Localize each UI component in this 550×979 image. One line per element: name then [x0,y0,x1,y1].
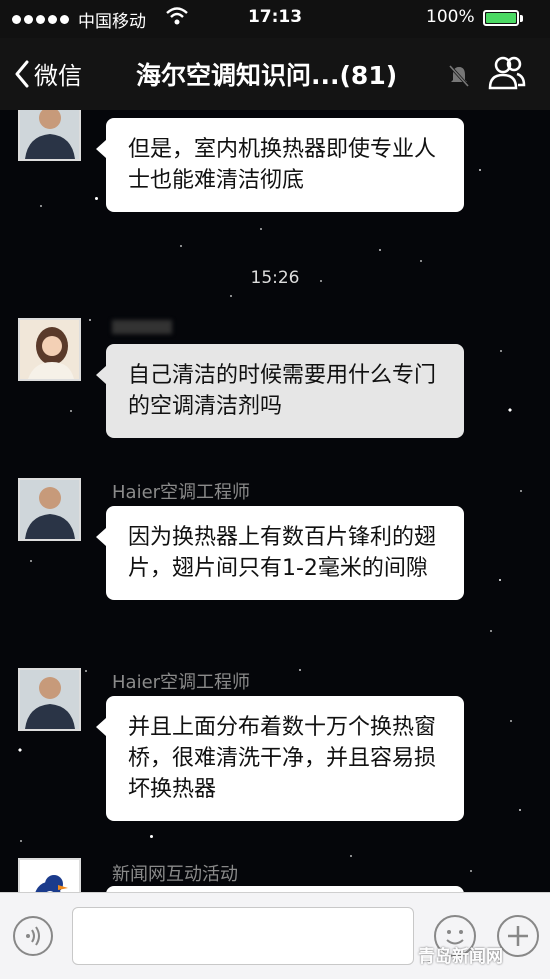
voice-icon [26,926,40,946]
message-bubble[interactable]: 但是，室内机换热器即使专业人士也能难清洁彻底 [96,118,464,212]
chevron-left-icon [15,60,29,87]
message-text: 但是，室内机换热器即使专业人士也能难清洁彻底 [128,137,437,193]
avatar[interactable] [18,318,81,381]
message-bubble[interactable]: 因为换热器上有数百片锋利的翅片，翅片间只有1-2毫米的间隙 [96,506,464,600]
timestamp: 15:26 [250,268,300,288]
message-input[interactable] [72,907,414,965]
message-text: 自己清洁的时候需要用什么专门的空调清洁剂吗 [128,363,437,419]
group-members-icon[interactable] [487,55,527,91]
back-label: 微信 [34,62,82,90]
status-bar: 中国移动 17:13 100% [0,0,550,38]
navigation-bar: 微信 海尔空调知识问...(81) [0,38,550,110]
sender-name: 新闻网互动活动 [112,864,238,885]
avatar[interactable] [18,478,81,541]
battery-tip [520,15,523,22]
message-bubble[interactable]: 自己清洁的时候需要用什么专门的空调清洁剂吗 [96,344,464,438]
battery-icon [483,10,519,26]
watermark: 青岛新闻网 [418,947,503,967]
message-bubble[interactable]: 并且上面分布着数十万个换热窗桥，很难清洗干净，并且容易损坏换热器 [96,696,464,821]
blurred-sender-name [112,320,172,334]
back-button[interactable]: 微信 [14,56,82,91]
mute-bell-icon [448,64,470,88]
sender-name: Haier空调工程师 [112,482,251,503]
sender-name: Haier空调工程师 [112,672,251,693]
chat-area[interactable]: 但是，室内机换热器即使专业人士也能难清洁彻底 15:26 自己清洁的时候需要用什… [0,110,550,892]
battery-percent: 100% [426,7,475,27]
more-actions-button[interactable] [497,915,539,957]
message-text: 因为换热器上有数百片锋利的翅片，翅片间只有1-2毫米的间隙 [128,525,437,581]
plus-icon [508,926,528,946]
message-text: 并且上面分布着数十万个换热窗桥，很难清洗干净，并且容易损坏换热器 [128,715,437,802]
chat-title: 海尔空调知识问...(81) [136,61,398,90]
voice-input-button[interactable] [13,916,53,956]
avatar[interactable] [18,110,81,161]
avatar[interactable] [18,668,81,731]
avatar[interactable] [18,858,81,892]
